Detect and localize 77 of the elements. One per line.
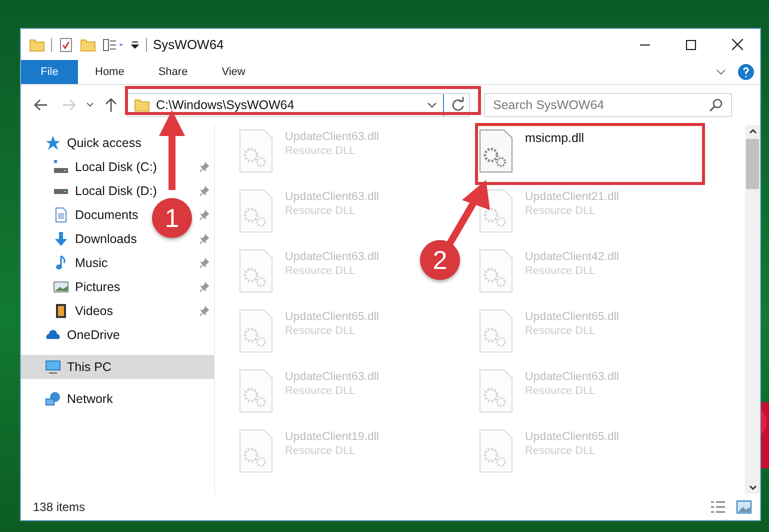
search-field[interactable]: Search SysWOW64 [484, 93, 732, 117]
file-name: UpdateClient65.dll [525, 311, 619, 323]
file-icon [239, 249, 273, 293]
close-icon [732, 39, 742, 50]
expand-ribbon-icon[interactable] [716, 67, 726, 77]
nav-item[interactable]: Documents [53, 207, 138, 223]
item-count: 138 items [33, 500, 86, 514]
nav-item[interactable]: Downloads [53, 231, 137, 247]
customize-toolbar-icon[interactable] [130, 40, 140, 50]
back-icon[interactable] [33, 97, 49, 113]
ribbon-tab[interactable]: Home [78, 60, 142, 84]
gears-file-icon [479, 129, 513, 173]
file-icon [479, 249, 513, 293]
file-name: UpdateClient21.dll [525, 191, 619, 203]
pin-icon[interactable] [198, 305, 210, 317]
file-icon [479, 309, 513, 353]
pin-icon[interactable] [198, 161, 210, 173]
search-icon [708, 97, 724, 113]
star-icon [45, 135, 61, 151]
file-icon [239, 429, 273, 473]
nav-item[interactable]: Network [21, 387, 214, 411]
file-name: msicmp.dll [525, 131, 584, 145]
folder-icon [134, 97, 150, 113]
scrollbar-thumb[interactable] [746, 139, 759, 189]
file-name: UpdateClient63.dll [285, 191, 379, 203]
window-title: SysWOW64 [153, 37, 224, 52]
file-icon [239, 189, 273, 233]
nav-item[interactable]: OneDrive [21, 323, 214, 347]
nav-item[interactable]: This PC [21, 355, 214, 379]
layout-icon[interactable] [102, 36, 124, 52]
download-arrow-icon [53, 231, 69, 247]
file-name: UpdateClient19.dll [285, 431, 379, 443]
refresh-icon[interactable] [450, 97, 466, 113]
monitor-icon [45, 359, 61, 375]
nav-item[interactable]: Quick access [21, 131, 214, 155]
nav-item[interactable]: Videos [53, 303, 113, 319]
file-name: UpdateClient65.dll [285, 311, 379, 323]
ribbon-tab[interactable]: View [204, 60, 262, 84]
ribbon-tab[interactable]: File [21, 60, 78, 84]
file-name: UpdateClient63.dll [285, 251, 379, 263]
address-field[interactable]: C:\Windows\SysWOW64 [127, 93, 470, 117]
ribbon-tab[interactable]: Share [141, 60, 205, 84]
film-icon [53, 303, 69, 319]
minimize-icon [640, 44, 650, 46]
picture-icon [53, 279, 69, 295]
file-icon [479, 429, 513, 473]
pin-icon[interactable] [198, 257, 210, 269]
dropdown-icon[interactable] [427, 100, 437, 110]
maximize-icon [686, 40, 696, 50]
pin-icon[interactable] [198, 281, 210, 293]
file-icon [239, 369, 273, 413]
file-name: UpdateClient65.dll [525, 431, 619, 443]
nav-item[interactable]: Local Disk (C:) [53, 159, 157, 175]
drive-icon [53, 188, 69, 194]
up-icon[interactable] [103, 97, 119, 113]
file-item[interactable]: msicmp.dll [479, 129, 584, 173]
file-icon [239, 129, 273, 173]
details-view-icon[interactable] [710, 499, 726, 515]
help-icon[interactable] [738, 64, 754, 80]
nav-item[interactable]: Pictures [53, 279, 120, 295]
file-name: UpdateClient42.dll [525, 251, 619, 263]
nav-item[interactable]: Music [53, 255, 108, 271]
scrollbar[interactable] [745, 125, 760, 494]
large-icons-view-icon[interactable] [736, 499, 752, 515]
nav-item[interactable]: Local Disk (D:) [53, 184, 157, 198]
file-name: UpdateClient63.dll [285, 131, 379, 143]
file-icon [239, 309, 273, 353]
pin-icon[interactable] [198, 185, 210, 197]
properties-icon[interactable] [58, 36, 74, 52]
file-name: UpdateClient63.dll [525, 371, 619, 383]
pin-icon[interactable] [198, 209, 210, 221]
file-name: UpdateClient63.dll [285, 371, 379, 383]
pin-icon[interactable] [198, 233, 210, 245]
drive-icon [53, 159, 69, 175]
file-icon [479, 369, 513, 413]
network-icon [45, 391, 61, 407]
document-icon [53, 207, 69, 223]
